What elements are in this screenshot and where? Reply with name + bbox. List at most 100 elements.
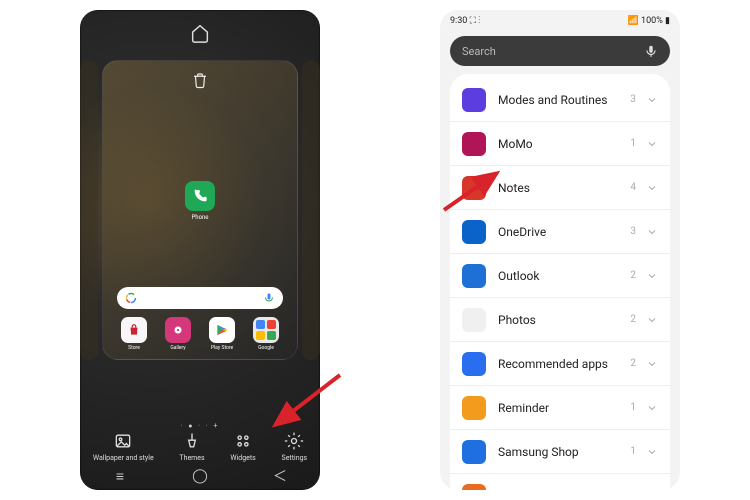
search-input[interactable]: Search [450,36,670,66]
toolbar-themes[interactable]: Themes [179,431,204,462]
app-phone-label: Phone [185,214,215,221]
chevron-down-icon[interactable] [646,226,658,238]
prev-page-sliver[interactable] [80,60,98,360]
toolbar-label: Themes [179,454,204,462]
dock-item-playstore[interactable]: Play Store [209,317,235,351]
status-right-icons: 📶 100% ▮ [628,16,670,26]
app-count: 2 [630,270,636,281]
mic-icon[interactable] [263,292,275,304]
phone-left: Phone Store Gallery [80,10,320,490]
app-name-label: Photos [498,313,630,327]
mic-icon[interactable] [644,44,658,58]
app-icon [462,88,486,112]
search-placeholder: Search [462,45,496,58]
app-row-smartthings[interactable]: SmartThings1 [450,474,670,490]
chevron-down-icon[interactable] [646,138,658,150]
toolbar-settings[interactable]: Settings [282,431,308,462]
grid-icon [233,431,253,451]
app-icon [462,132,486,156]
dock-item-store[interactable]: Store [121,317,147,351]
page-indicator[interactable]: · ● · · + [181,422,220,430]
app-count: 1 [630,402,636,413]
brush-icon [182,431,202,451]
toolbar-widgets[interactable]: Widgets [230,431,255,462]
home-preview-card[interactable]: Phone Store Gallery [102,60,298,360]
app-name-label: Reminder [498,401,630,415]
chevron-down-icon[interactable] [646,446,658,458]
dock-item-google[interactable]: Google [253,317,279,351]
android-navbar: ≡ ◯ ＜ [80,466,320,486]
app-name-label: Recommended apps [498,357,630,371]
chevron-down-icon[interactable] [646,270,658,282]
toolbar-label: Widgets [230,454,255,462]
launcher-toolbar: Wallpaper and style Themes Widgets Setti… [80,431,320,462]
image-icon [113,431,133,451]
app-row-samsung-shop[interactable]: Samsung Shop1 [450,430,670,474]
app-name-label: Notes [498,181,630,195]
dock-item-label: Google [253,345,279,351]
status-left-icons: ⛶ ⋮ [470,16,481,26]
app-row-momo[interactable]: MoMo1 [450,122,670,166]
app-count: 2 [630,314,636,325]
dock-item-gallery[interactable]: Gallery [165,317,191,351]
app-row-recommended-apps[interactable]: Recommended apps2 [450,342,670,386]
app-row-notes[interactable]: Notes4 [450,166,670,210]
app-row-photos[interactable]: Photos2 [450,298,670,342]
chevron-down-icon[interactable] [646,182,658,194]
app-name-label: Outlook [498,269,630,283]
app-name-label: Samsung Shop [498,445,630,459]
playstore-icon [209,317,235,343]
app-count: 3 [630,94,636,105]
gallery-icon [165,317,191,343]
app-phone[interactable]: Phone [185,181,215,221]
chevron-down-icon[interactable] [646,314,658,326]
home-icon[interactable] [189,22,211,44]
app-icon [462,396,486,420]
chevron-down-icon[interactable] [646,358,658,370]
google-search-widget[interactable] [117,287,283,309]
dock-item-label: Play Store [209,345,235,351]
app-row-reminder[interactable]: Reminder1 [450,386,670,430]
app-name-label: SmartThings [498,489,630,490]
app-row-modes-and-routines[interactable]: Modes and Routines3 [450,78,670,122]
dock-item-label: Gallery [165,345,191,351]
nav-recents[interactable]: ≡ [100,468,140,485]
app-list: Modes and Routines3MoMo1Notes4OneDrive3O… [450,74,670,490]
nav-home[interactable]: ◯ [180,468,220,484]
gear-icon [284,431,304,451]
app-row-outlook[interactable]: Outlook2 [450,254,670,298]
chevron-down-icon[interactable] [646,94,658,106]
app-icon [462,440,486,464]
app-count: 3 [630,226,636,237]
chevron-down-icon[interactable] [646,402,658,414]
app-icon [462,220,486,244]
app-icon [462,308,486,332]
toolbar-label: Wallpaper and style [93,454,154,462]
status-bar: 9:30 ⛶ ⋮ 📶 100% ▮ [440,10,680,32]
google-g-icon [125,292,137,304]
app-count: 2 [630,358,636,369]
app-name-label: Modes and Routines [498,93,630,107]
phone-right: 9:30 ⛶ ⋮ 📶 100% ▮ Search Modes and Routi… [440,10,680,490]
app-name-label: OneDrive [498,225,630,239]
google-folder-icon [253,317,279,343]
dock-item-label: Store [121,345,147,351]
app-icon [462,264,486,288]
status-time: 9:30 [450,16,467,26]
trash-icon[interactable] [191,71,209,89]
nav-back[interactable]: ＜ [260,466,300,486]
store-icon [121,317,147,343]
toolbar-wallpaper[interactable]: Wallpaper and style [93,431,154,462]
dock: Store Gallery Play Store Google [103,317,297,351]
app-icon [462,352,486,376]
app-icon [462,176,486,200]
next-page-sliver[interactable] [302,60,320,360]
app-count: 1 [630,446,636,457]
phone-icon [185,181,215,211]
app-count: 4 [630,182,636,193]
app-row-onedrive[interactable]: OneDrive3 [450,210,670,254]
toolbar-label: Settings [282,454,308,462]
app-name-label: MoMo [498,137,630,151]
app-count: 1 [630,138,636,149]
app-icon [462,484,486,490]
